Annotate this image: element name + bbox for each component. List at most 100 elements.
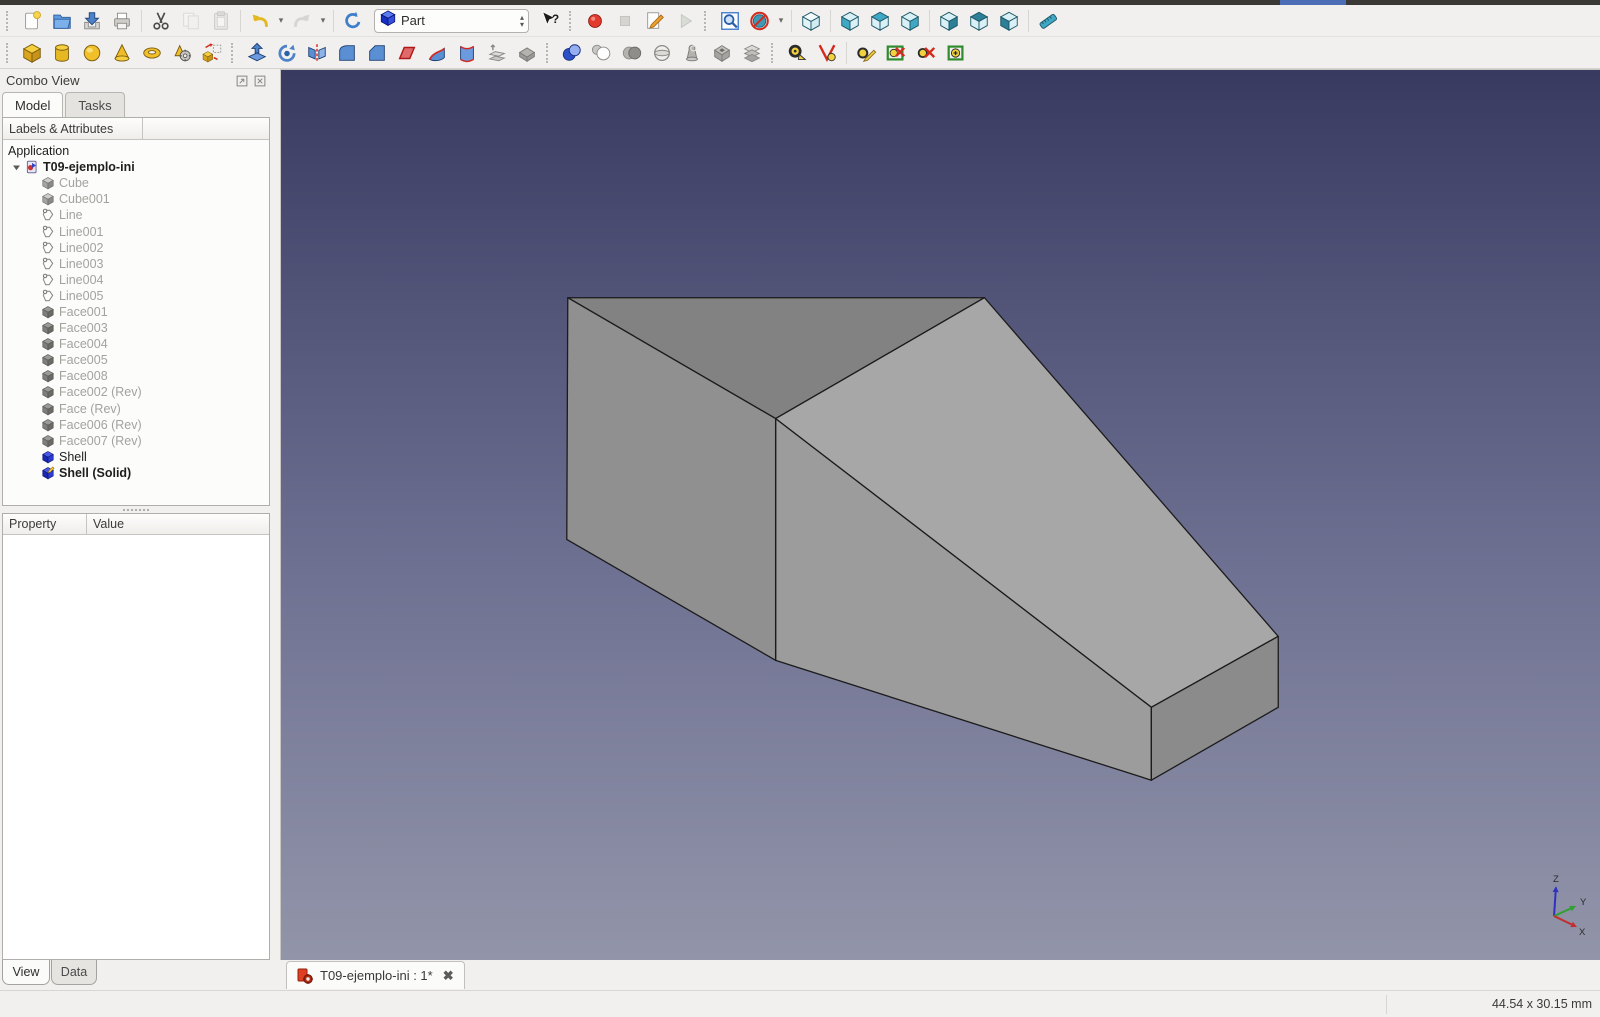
draw-style-button-dropdown-arrow[interactable]: ▾ — [775, 8, 787, 34]
boolean-common-button[interactable] — [619, 40, 645, 66]
view-left-button[interactable] — [996, 8, 1022, 34]
sphere-button[interactable] — [79, 40, 105, 66]
box-button[interactable] — [19, 40, 45, 66]
tab-tasks[interactable]: Tasks — [65, 92, 124, 117]
boolean-union-button[interactable] — [559, 40, 585, 66]
tree-item[interactable]: Face (Rev) — [3, 401, 269, 417]
view-rear-button[interactable] — [936, 8, 962, 34]
sweep-button[interactable] — [484, 40, 510, 66]
measure-distance-button[interactable] — [1035, 8, 1061, 34]
tab-data[interactable]: Data — [51, 960, 97, 985]
tree-item-label: Line001 — [59, 225, 104, 239]
tree-item[interactable]: Line004 — [3, 272, 269, 288]
mirror-button[interactable] — [304, 40, 330, 66]
measure-toggle-3d-button[interactable] — [913, 40, 939, 66]
fit-all-button[interactable] — [717, 8, 743, 34]
tree-item[interactable]: Cube001 — [3, 191, 269, 207]
whats-this-button[interactable]: ? — [537, 8, 563, 34]
check-geometry-button[interactable] — [679, 40, 705, 66]
cone-button[interactable] — [109, 40, 135, 66]
tab-model[interactable]: Model — [2, 92, 63, 117]
tree-item[interactable]: Shell (Solid) — [3, 465, 269, 481]
tree-item[interactable]: Face001 — [3, 304, 269, 320]
view-right-button[interactable] — [897, 8, 923, 34]
panel-float-button[interactable] — [235, 74, 248, 87]
tree-item[interactable]: Line — [3, 207, 269, 223]
ruled-surface-button[interactable] — [424, 40, 450, 66]
view-top-button[interactable] — [867, 8, 893, 34]
workbench-selector[interactable]: Part▴▾ — [374, 9, 529, 33]
macro-edit-button[interactable] — [642, 8, 668, 34]
section-button[interactable] — [514, 40, 540, 66]
measure-clear-all-button[interactable] — [883, 40, 909, 66]
macro-stop-button[interactable] — [612, 8, 638, 34]
boolean-cut-button[interactable] — [589, 40, 615, 66]
expander-icon[interactable] — [11, 162, 22, 173]
shape-builder-button[interactable] — [199, 40, 225, 66]
tree-item[interactable]: Face007 (Rev) — [3, 433, 269, 449]
tree-item-label: Face003 — [59, 321, 108, 335]
tree-item[interactable]: Line005 — [3, 288, 269, 304]
measure-linear-button[interactable] — [784, 40, 810, 66]
view-bottom-button[interactable] — [966, 8, 992, 34]
draw-style-button[interactable] — [747, 8, 773, 34]
tree-item[interactable]: Line003 — [3, 256, 269, 272]
panel-close-button[interactable] — [253, 74, 266, 87]
bool-cut-icon — [591, 42, 613, 64]
revolve-button[interactable] — [274, 40, 300, 66]
document-tab[interactable]: T09-ejemplo-ini : 1* ✖ — [286, 961, 465, 989]
tree-item[interactable]: Face003 — [3, 320, 269, 336]
cross-sections-button[interactable] — [649, 40, 675, 66]
open-button[interactable] — [49, 8, 75, 34]
chamfer-button[interactable] — [364, 40, 390, 66]
create-primitives-button[interactable] — [169, 40, 195, 66]
redo-button-dropdown-arrow[interactable]: ▾ — [317, 8, 329, 34]
tree-item[interactable]: Line001 — [3, 223, 269, 239]
tree-item[interactable]: Line002 — [3, 240, 269, 256]
face-icon — [41, 305, 55, 319]
compound-button[interactable] — [709, 40, 735, 66]
view-isometric-button[interactable] — [798, 8, 824, 34]
tree-item[interactable]: Face004 — [3, 336, 269, 352]
copy-button[interactable] — [178, 8, 204, 34]
tree-item[interactable]: Face008 — [3, 368, 269, 384]
refresh-button[interactable] — [340, 8, 366, 34]
document-tab-close-icon[interactable]: ✖ — [443, 968, 454, 984]
measure-toggle-delta-button[interactable] — [943, 40, 969, 66]
viewport-canvas[interactable]: Z Y X — [281, 70, 1600, 960]
cut-button[interactable] — [148, 8, 174, 34]
tree-item[interactable]: Face006 (Rev) — [3, 417, 269, 433]
new-file-button[interactable] — [19, 8, 45, 34]
print-button[interactable] — [109, 8, 135, 34]
measure-angular-button[interactable] — [814, 40, 840, 66]
tree-document-row[interactable]: T09-ejemplo-ini — [3, 159, 269, 175]
toolbar-grip — [6, 11, 13, 31]
paste-button[interactable] — [208, 8, 234, 34]
workbench-selector-spinner[interactable]: ▴▾ — [520, 14, 524, 28]
compound-tools-button[interactable] — [739, 40, 765, 66]
extrude-button[interactable] — [244, 40, 270, 66]
redo-button[interactable] — [289, 8, 315, 34]
undo-button[interactable] — [247, 8, 273, 34]
view-front-button[interactable] — [837, 8, 863, 34]
measure-refresh-button[interactable] — [853, 40, 879, 66]
macro-run-button[interactable] — [672, 8, 698, 34]
fillet-button[interactable] — [334, 40, 360, 66]
torus-button[interactable] — [139, 40, 165, 66]
tree-item[interactable]: Face005 — [3, 352, 269, 368]
view-rear-icon — [938, 10, 960, 32]
tree-item[interactable]: Shell — [3, 449, 269, 465]
make-face-button[interactable] — [394, 40, 420, 66]
tree-item[interactable]: Cube — [3, 175, 269, 191]
loft-button[interactable] — [454, 40, 480, 66]
panel-splitter[interactable] — [2, 506, 270, 513]
undo-button-dropdown-arrow[interactable]: ▾ — [275, 8, 287, 34]
3d-viewport[interactable]: Z Y X — [280, 69, 1600, 960]
tree-root-application[interactable]: Application — [3, 143, 269, 159]
save-button[interactable] — [79, 8, 105, 34]
macro-record-button[interactable] — [582, 8, 608, 34]
redo-icon — [291, 10, 313, 32]
tree-item[interactable]: Face002 (Rev) — [3, 384, 269, 400]
tab-view[interactable]: View — [2, 960, 50, 985]
cylinder-button[interactable] — [49, 40, 75, 66]
